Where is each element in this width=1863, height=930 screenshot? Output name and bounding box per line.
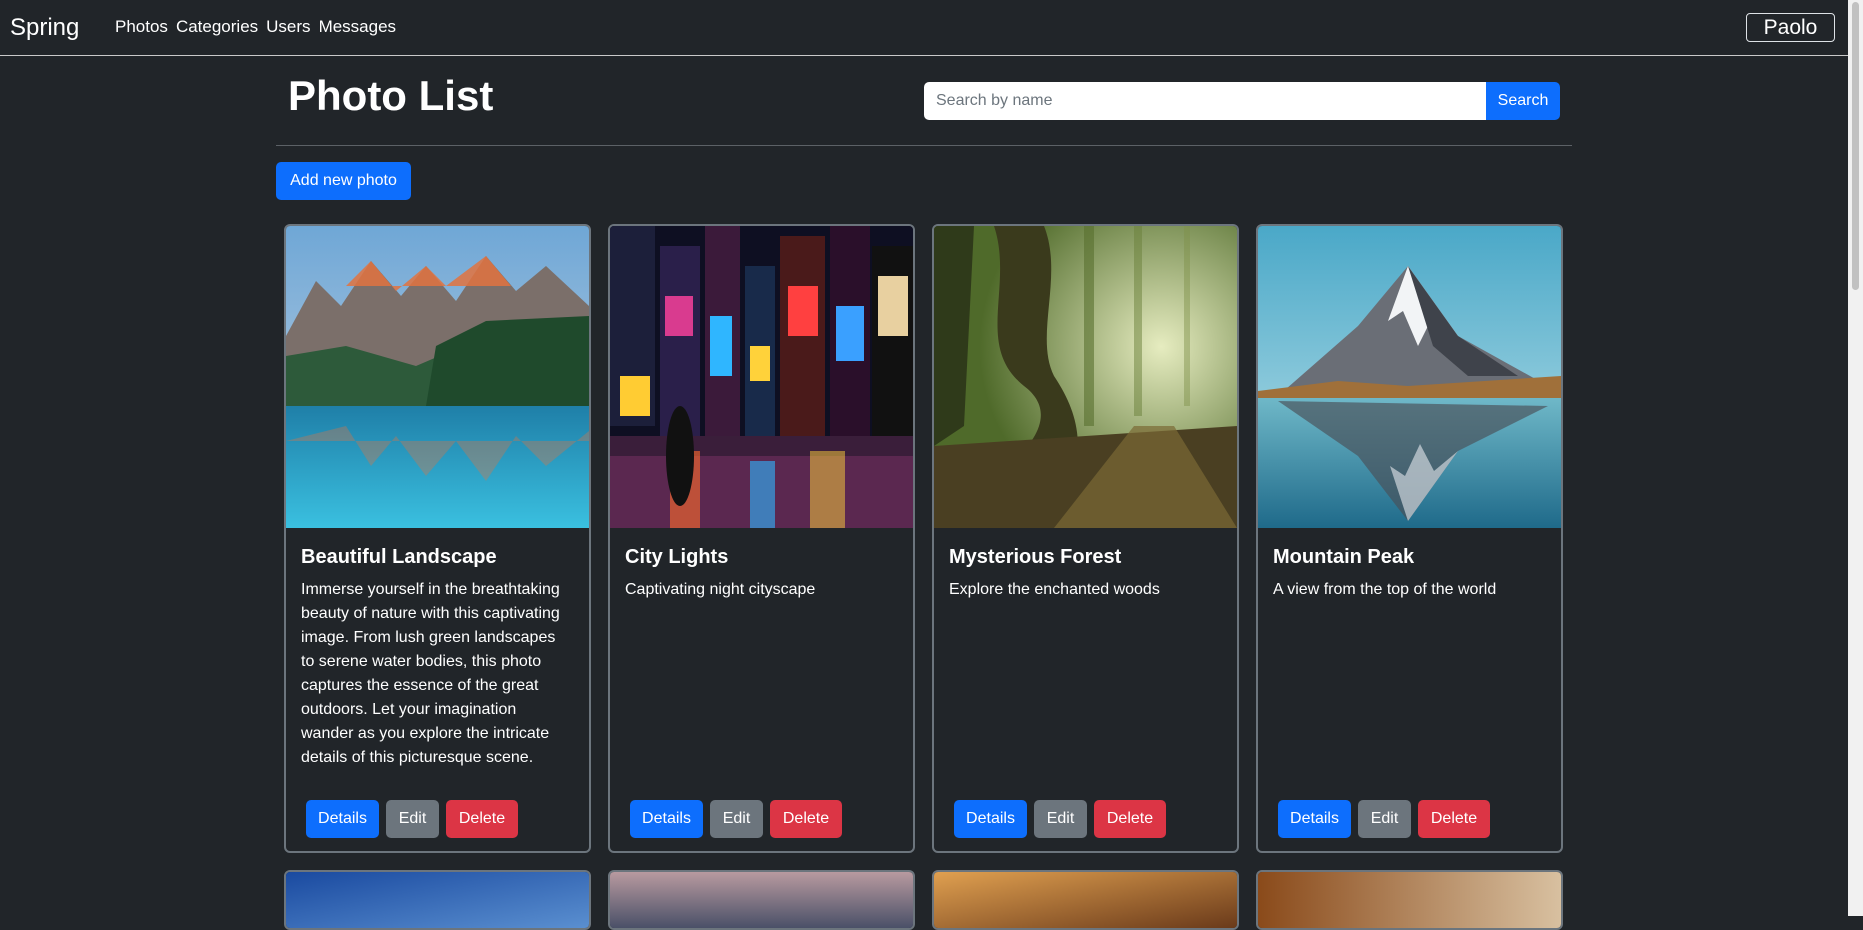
card-title: City Lights [625, 546, 729, 568]
edit-button[interactable]: Edit [1358, 800, 1411, 838]
photo-image-partial [1258, 872, 1561, 928]
card-title: Mountain Peak [1273, 546, 1415, 568]
edit-button[interactable]: Edit [386, 800, 439, 838]
scrollbar-thumb[interactable] [1852, 2, 1859, 290]
card-description: Immerse yourself in the breathtaking bea… [301, 581, 560, 766]
page-title: Photo List [288, 72, 494, 119]
card-actions: Details Edit Delete [1278, 800, 1490, 838]
details-button[interactable]: Details [630, 800, 703, 838]
photo-card-partial [932, 870, 1239, 930]
search-button[interactable]: Search [1486, 82, 1560, 120]
photo-image-city [610, 226, 913, 528]
delete-button[interactable]: Delete [446, 800, 518, 838]
photo-card-partial [284, 870, 591, 930]
nav-link-photos[interactable]: Photos [115, 17, 168, 37]
details-button[interactable]: Details [306, 800, 379, 838]
card-description: Captivating night cityscape [625, 581, 816, 598]
photo-card-partial [608, 870, 915, 930]
card-actions: Details Edit Delete [306, 800, 518, 838]
photo-image-partial [286, 872, 589, 928]
nav-link-messages[interactable]: Messages [319, 17, 396, 37]
nav-link-users[interactable]: Users [266, 17, 310, 37]
card-description: Explore the enchanted woods [949, 581, 1160, 598]
brand-link[interactable]: Spring [10, 14, 79, 42]
card-title: Mysterious Forest [949, 546, 1122, 568]
delete-button[interactable]: Delete [1418, 800, 1490, 838]
card-description: A view from the top of the world [1273, 581, 1497, 598]
delete-button[interactable]: Delete [1094, 800, 1166, 838]
photo-card: Beautiful Landscape Immerse yourself in … [284, 224, 591, 853]
nav-link-categories[interactable]: Categories [176, 17, 258, 37]
photo-card: Mysterious Forest Explore the enchanted … [932, 224, 1239, 853]
details-button[interactable]: Details [1278, 800, 1351, 838]
photo-image-forest [934, 226, 1237, 528]
photo-image-partial [610, 872, 913, 928]
navbar: Spring Photos Categories Users Messages … [0, 0, 1848, 56]
user-menu-button[interactable]: Paolo [1746, 13, 1835, 42]
photo-card: Mountain Peak A view from the top of the… [1256, 224, 1563, 853]
card-title: Beautiful Landscape [301, 546, 497, 568]
nav-links: Photos Categories Users Messages [115, 17, 396, 37]
edit-button[interactable]: Edit [710, 800, 763, 838]
details-button[interactable]: Details [954, 800, 1027, 838]
edit-button[interactable]: Edit [1034, 800, 1087, 838]
card-actions: Details Edit Delete [630, 800, 842, 838]
delete-button[interactable]: Delete [770, 800, 842, 838]
photo-image-landscape [286, 226, 589, 528]
photo-image-mountain [1258, 226, 1561, 528]
header-divider [276, 145, 1572, 146]
photo-card-partial [1256, 870, 1563, 930]
card-actions: Details Edit Delete [954, 800, 1166, 838]
add-photo-button[interactable]: Add new photo [276, 162, 411, 200]
photo-image-partial [934, 872, 1237, 928]
search-input[interactable] [924, 82, 1487, 120]
photo-card: City Lights Captivating night cityscape … [608, 224, 915, 853]
